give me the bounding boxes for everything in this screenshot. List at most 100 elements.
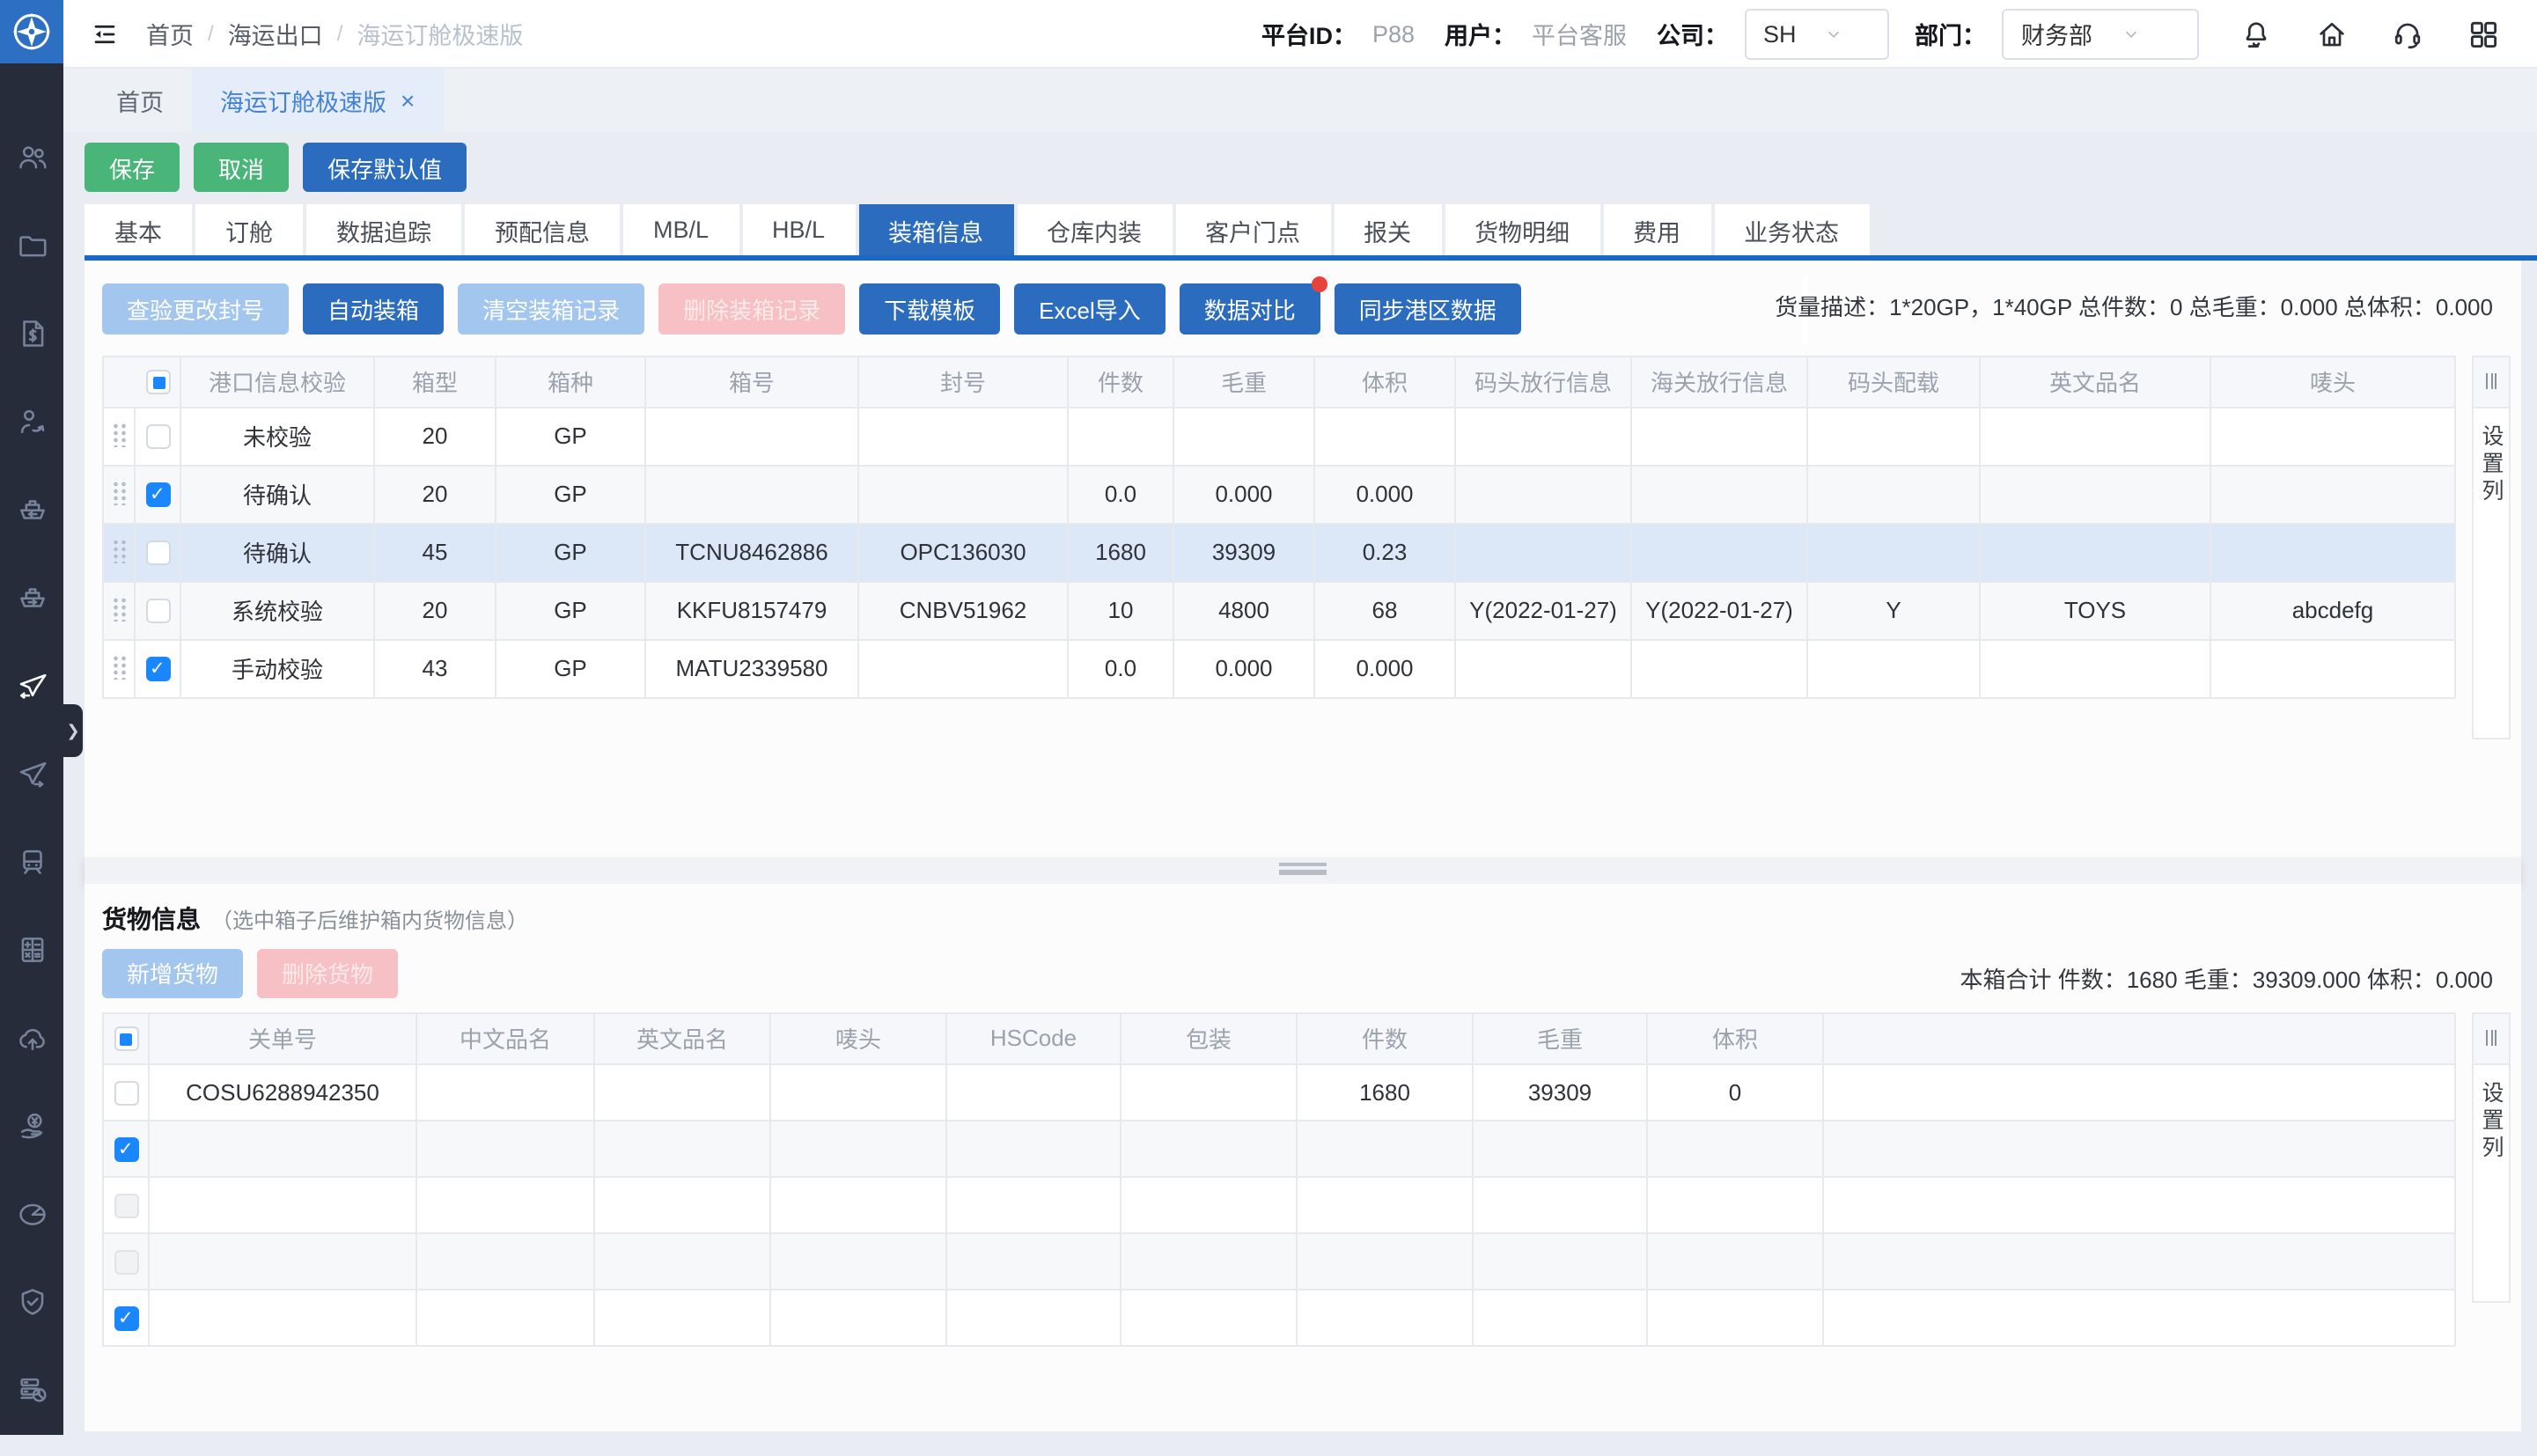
row-checkbox[interactable] [145,541,170,566]
form-tab[interactable]: HB/L [742,204,855,255]
sidebar-item-rail[interactable] [0,817,63,905]
table-cell [1980,639,2210,697]
cargo-button[interactable]: 新增货物 [102,948,243,997]
toolbar-button[interactable]: 自动装箱 [303,283,444,334]
sidebar-item-shield-check[interactable] [0,1257,63,1345]
toolbar-button[interactable]: 数据对比 [1180,283,1320,334]
table-cell: GP [496,407,645,465]
page-tab[interactable]: 海运订舱极速版 × [192,69,443,132]
sidebar-item-report[interactable] [0,1345,63,1433]
sidebar-collapse-icon[interactable] [92,20,118,47]
row-checkbox[interactable] [145,483,170,508]
form-tab[interactable]: 数据追踪 [306,204,461,255]
cargo-button[interactable]: 删除货物 [257,948,398,997]
table-cell [946,1063,1121,1120]
cargo-column-settings-label[interactable]: 设置列 [2474,1064,2508,1162]
sidebar-item-users[interactable] [0,113,63,201]
table-cell [1297,1289,1473,1345]
column-settings-handle-icon[interactable] [2474,357,2509,408]
select-all-checkbox[interactable] [146,371,171,395]
sidebar-item-folder[interactable] [0,201,63,289]
breadcrumb-item[interactable]: 海运出口 [228,16,323,51]
table-cell [149,1289,416,1345]
form-tab[interactable]: 费用 [1603,204,1710,255]
sidebar-item-pie-chart[interactable] [0,1169,63,1257]
page-tab[interactable]: 首页 [88,69,192,132]
page-tab-label: 海运订舱极速版 [220,83,386,118]
form-tab[interactable]: 装箱信息 [858,204,1013,255]
sidebar-item-air-import[interactable] [0,641,63,729]
form-tab[interactable]: 客户门点 [1175,204,1330,255]
sidebar-item-ship-export[interactable] [0,553,63,641]
table-cell: KKFU8157479 [645,581,858,639]
support-headset-icon[interactable] [2377,17,2437,50]
form-tab[interactable]: 订舱 [195,204,303,255]
breadcrumb-item[interactable]: 海运订舱极速版 [357,16,523,51]
action-button[interactable]: 保存 [85,143,180,192]
row-checkbox[interactable] [145,599,170,624]
sidebar-item-finance[interactable] [0,1081,63,1169]
table-cell: 待确认 [180,523,374,581]
drag-handle-cell [103,407,135,465]
row-drag-handle[interactable] [111,536,127,563]
form-tab[interactable]: 仓库内装 [1017,204,1172,255]
toolbar-button[interactable]: 下载模板 [859,283,1000,334]
row-drag-handle[interactable] [111,652,127,679]
select-all-checkbox[interactable] [114,1027,138,1052]
app-logo[interactable] [0,0,63,63]
sidebar-expand-handle[interactable]: ❯ [63,704,83,757]
company-select[interactable]: SH [1744,8,1888,59]
table-cell [1807,465,1980,523]
row-checkbox[interactable] [114,1081,138,1106]
toolbar-button[interactable]: 查验更改封号 [102,283,289,334]
apps-grid-icon[interactable] [2452,17,2512,50]
column-settings-label[interactable]: 设置列 [2474,408,2508,505]
breadcrumb-item[interactable]: 首页 [146,16,194,51]
form-tab[interactable]: 货物明细 [1445,204,1599,255]
breadcrumb-separator: / [337,21,343,46]
toolbar-button[interactable]: 删除装箱记录 [658,283,845,334]
sidebar-item-calculator[interactable] [0,905,63,993]
table-row: 系统校验20GPKKFU8157479CNBV5196210480068Y(20… [103,581,2455,639]
row-checkbox[interactable] [114,1137,138,1162]
row-drag-handle[interactable] [111,594,127,621]
splitter-drag-handle[interactable] [1279,862,1327,878]
department-select[interactable]: 财务部 [2002,8,2199,59]
form-tab[interactable]: 业务状态 [1714,204,1869,255]
sidebar-item-customer-route[interactable] [0,377,63,465]
table-cell: 0.000 [1173,465,1314,523]
column-header: 码头放行信息 [1455,356,1631,407]
table-cell [1121,1289,1297,1345]
tab-close-icon[interactable]: × [401,88,415,113]
user-label: 用户： [1445,16,1516,51]
table-cell: 4800 [1173,581,1314,639]
customer-route-icon [15,404,48,438]
chevron-down-icon [2121,24,2140,43]
table-cell: 0.000 [1314,465,1455,523]
toolbar-button[interactable]: 清空装箱记录 [458,283,644,334]
sidebar-item-ship-import[interactable] [0,465,63,553]
row-checkbox[interactable] [145,658,170,682]
notification-bell-icon[interactable] [2225,17,2285,50]
form-tab[interactable]: 基本 [85,204,192,255]
action-button[interactable]: 保存默认值 [303,143,467,192]
row-drag-handle[interactable] [111,420,127,446]
form-tab[interactable]: MB/L [623,204,739,255]
table-cell [416,1063,594,1120]
toolbar-button[interactable]: Excel导入 [1014,283,1166,334]
toolbar-button[interactable]: 同步港区数据 [1335,283,1521,334]
cargo-column-settings-handle-icon[interactable] [2474,1013,2509,1064]
sidebar-item-cloud-upload[interactable] [0,993,63,1081]
table-cell [946,1289,1121,1345]
table-cell [2210,639,2455,697]
row-drag-handle[interactable] [111,478,127,504]
home-icon[interactable] [2301,17,2361,50]
action-button[interactable]: 取消 [194,143,289,192]
row-checkbox[interactable] [145,425,170,450]
row-checkbox[interactable] [114,1306,138,1331]
form-tab[interactable]: 报关 [1334,204,1441,255]
table-cell [1473,1176,1647,1232]
sidebar-item-invoice[interactable] [0,289,63,377]
form-tab[interactable]: 预配信息 [465,204,620,255]
sidebar-item-air-export[interactable] [0,729,63,817]
